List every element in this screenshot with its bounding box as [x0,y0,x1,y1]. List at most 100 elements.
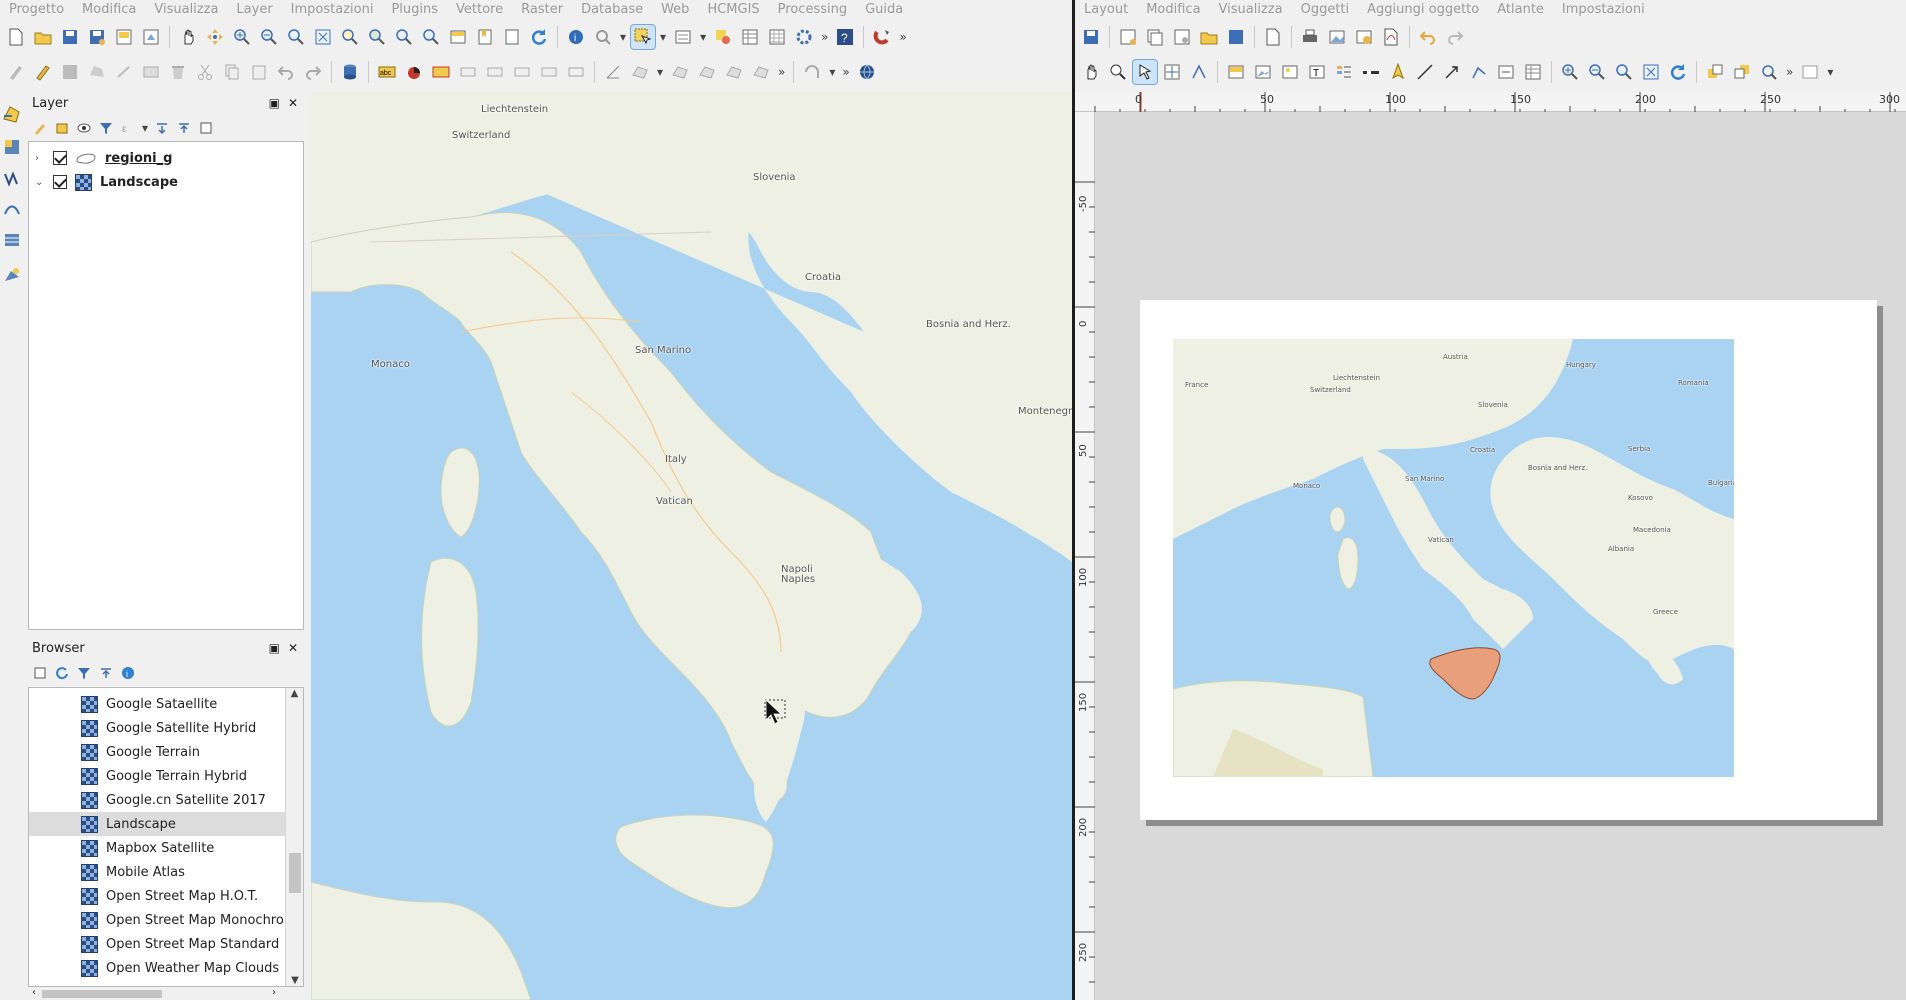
browser-scrollbar[interactable]: ▲ ▼ [285,688,303,986]
layout-menu-item-layout[interactable]: Layout [1075,2,1137,17]
diagram-icon[interactable] [402,60,426,84]
info-icon[interactable]: i [118,663,138,683]
zoom-to-selection-icon[interactable] [338,25,362,49]
layout-manager-icon[interactable] [1170,25,1194,49]
globe-plugin-icon[interactable] [855,60,879,84]
zoom-last-icon[interactable] [392,25,416,49]
layout-menu-item-oggetti[interactable]: Oggetti [1292,2,1359,17]
menu-item-visualizza[interactable]: Visualizza [145,2,227,17]
add-shape-icon[interactable] [1413,60,1437,84]
browser-item[interactable]: Open Weather Map Clouds [29,956,303,980]
new-page-icon[interactable] [1261,25,1285,49]
pin-labels-icon[interactable] [429,60,453,84]
browser-item[interactable]: Google Terrain [29,740,303,764]
menu-item-database[interactable]: Database [572,2,652,17]
add-html-icon[interactable] [1494,60,1518,84]
refresh-icon[interactable] [52,663,72,683]
delete-selected-icon[interactable] [166,60,190,84]
deselect-all-icon[interactable] [711,25,735,49]
browser-item[interactable]: Google Terrain Hybrid [29,764,303,788]
map-canvas[interactable]: Liechtenstein Switzerland Slovenia Croat… [311,92,1072,1000]
close-panel-icon[interactable]: ✕ [288,641,298,655]
browser-item[interactable]: Landscape [29,812,303,836]
new-map-view-icon[interactable] [446,25,470,49]
add-polygon-icon[interactable] [85,60,109,84]
menu-item-vettore[interactable]: Vettore [447,2,512,17]
menu-item-impostazioni[interactable]: Impostazioni [282,2,383,17]
float-panel-icon[interactable]: ▣ [269,641,280,655]
zoom-layout-icon[interactable] [1106,60,1130,84]
export-pdf-icon[interactable] [1379,25,1403,49]
label-props-icon[interactable] [564,60,588,84]
hscrollbar-thumb[interactable] [42,990,162,998]
browser-item[interactable]: Mapbox Satellite [29,836,303,860]
show-bookmarks-icon[interactable] [500,25,524,49]
add-raster-layer-icon[interactable] [0,135,24,159]
refresh-layout-icon[interactable] [1666,60,1690,84]
menu-item-progetto[interactable]: Progetto [0,2,73,17]
add-selected-layers-icon[interactable] [30,663,50,683]
add-spatialite-icon[interactable] [0,197,24,221]
field-calculator-icon[interactable] [765,25,789,49]
layer-row-landscape[interactable]: ⌄ Landscape [29,170,303,194]
add-plugin-layer-icon[interactable] [0,263,24,287]
magnet-plugin-icon[interactable] [870,25,894,49]
add-vector-layer-icon[interactable] [0,102,24,126]
browser-hscrollbar[interactable]: ‹ › [28,987,304,1000]
add-attribute-table-icon[interactable] [1521,60,1545,84]
close-panel-icon[interactable]: ✕ [288,96,298,110]
print-icon[interactable] [1298,25,1322,49]
chevron-right-icon[interactable]: › [35,153,49,164]
menu-item-web[interactable]: Web [652,2,698,17]
zoom-full-icon[interactable] [311,25,335,49]
zoom-100-icon[interactable] [1612,60,1636,84]
lower-items-icon[interactable] [1730,60,1754,84]
zoom-next-icon[interactable] [419,25,443,49]
split-features-icon[interactable] [749,60,773,84]
edit-nodes-icon[interactable] [1187,60,1211,84]
move-label-icon[interactable] [483,60,507,84]
zoom-out-layout-icon[interactable] [1585,60,1609,84]
raise-items-icon[interactable] [1703,60,1727,84]
paste-features-icon[interactable] [247,60,271,84]
snapping-icon[interactable] [800,60,824,84]
align-items-icon[interactable] [1757,60,1781,84]
layout-menu-item-visualizza[interactable]: Visualizza [1210,2,1292,17]
browser-item[interactable]: Open Street Map H.O.T. [29,884,303,908]
add-delimited-text-icon[interactable] [0,228,24,252]
save-edits-icon[interactable] [58,60,82,84]
collapse-all-icon[interactable] [96,663,116,683]
current-edits-icon[interactable] [4,60,28,84]
filter-legend-icon[interactable] [96,118,116,138]
add-3d-map-icon[interactable] [1251,60,1275,84]
layer-visibility-checkbox[interactable] [53,175,67,189]
zoom-native-icon[interactable] [284,25,308,49]
menu-item-modifica[interactable]: Modifica [73,2,145,17]
undo-icon[interactable] [1416,25,1440,49]
save-layout-icon[interactable] [1079,25,1103,49]
browser-item[interactable]: Open Street Map Standard [29,932,303,956]
expand-all-icon[interactable] [152,118,172,138]
add-group-icon[interactable] [52,118,72,138]
layout-menu-item-modifica[interactable]: Modifica [1137,2,1209,17]
add-picture-icon[interactable] [1278,60,1302,84]
layout-map-item[interactable]: France Austria Hungary Romania Liechtens… [1173,339,1734,777]
processing-toolbox-icon[interactable] [792,25,816,49]
redo-icon[interactable] [301,60,325,84]
toggle-editing-icon[interactable] [31,60,55,84]
reshape-icon[interactable] [668,60,692,84]
add-legend-icon[interactable] [1332,60,1356,84]
menu-item-plugins[interactable]: Plugins [382,2,447,17]
scroll-right-icon[interactable]: › [272,987,276,998]
menu-item-hcmgis[interactable]: HCMGIS [698,2,768,17]
layout-menu-item-aggiungi-oggetto[interactable]: Aggiungi oggetto [1358,2,1488,17]
add-map-icon[interactable] [1224,60,1248,84]
save-as-icon[interactable] [85,25,109,49]
cut-features-icon[interactable] [193,60,217,84]
manage-themes-icon[interactable] [74,118,94,138]
menu-item-processing[interactable]: Processing [769,2,856,17]
advanced-digitizing-icon[interactable] [628,60,652,84]
remove-layer-icon[interactable] [196,118,216,138]
scroll-left-icon[interactable]: ‹ [32,987,36,998]
select-move-item-icon[interactable] [1132,59,1158,85]
